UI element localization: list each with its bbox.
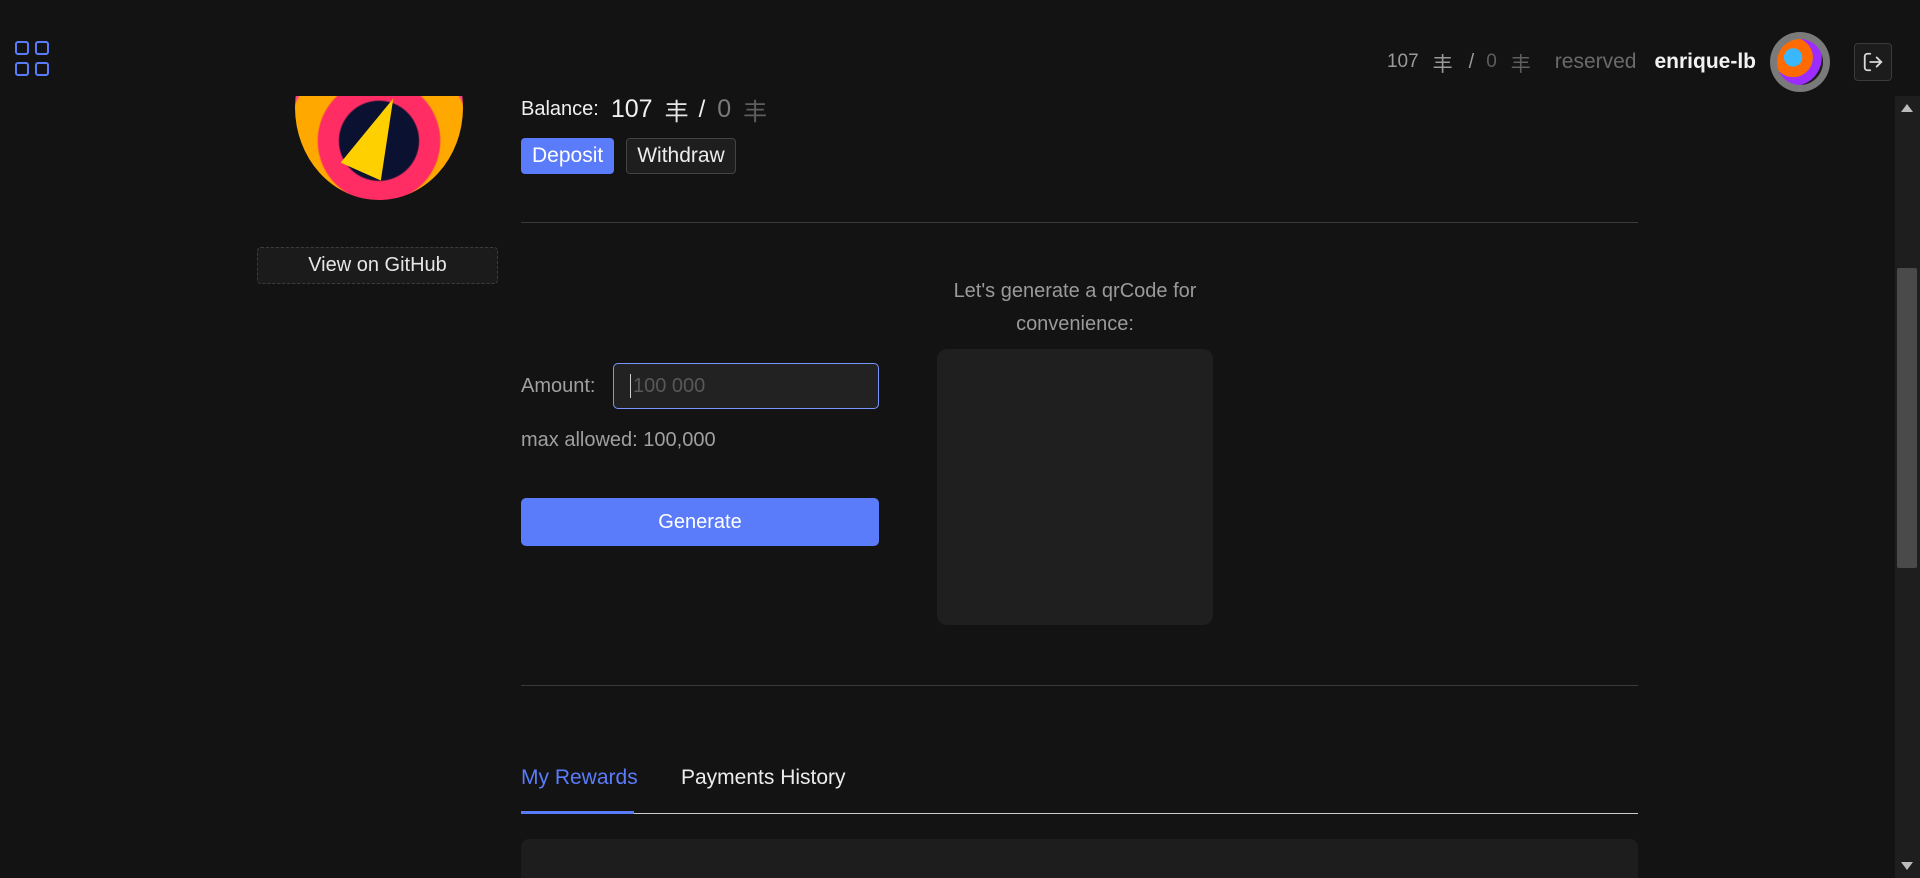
balance-separator: / [698,95,706,123]
scroll-up-arrow-icon[interactable] [1901,104,1913,112]
tab-payments-history[interactable]: Payments History [681,766,846,790]
withdraw-button[interactable]: Withdraw [626,138,736,174]
max-allowed-text: max allowed: 100,000 [521,429,716,451]
balance-row: Balance: 107 丰 / 0 丰 [521,92,773,127]
sats-icon: 丰 [664,99,689,126]
tab-my-rewards[interactable]: My Rewards [521,766,638,790]
logout-icon [1863,52,1883,72]
balance-label: Balance: [521,98,599,120]
lightning-bolt-icon [340,89,414,181]
balance-reserved: 0 [717,95,732,123]
logout-button[interactable] [1854,43,1892,81]
rewards-panel [521,839,1638,878]
header-reserved-label: reserved [1554,50,1637,73]
sats-icon: 丰 [1432,53,1453,76]
scroll-down-arrow-icon[interactable] [1901,862,1913,870]
text-caret [630,374,631,398]
amount-label: Amount: [521,375,596,397]
scroll-thumb[interactable] [1897,268,1917,568]
section-divider [521,685,1638,686]
deposit-button[interactable]: Deposit [521,138,615,174]
tab-bar: My Rewards Payments History [521,766,1638,814]
qr-caption: Let's generate a qrCode for convenience: [953,280,1197,335]
apps-grid-icon[interactable] [15,41,51,77]
amount-placeholder: 100 000 [633,374,706,397]
top-header: 107 丰 / 0 丰 reserved enrique-lb [0,0,1920,96]
user-status: 107 丰 / 0 丰 reserved enrique-lb [1387,30,1920,94]
balance-value: 107 [610,95,653,123]
section-divider [521,222,1638,223]
active-tab-indicator [521,811,634,814]
generate-button[interactable]: Generate [521,498,879,546]
header-balance: 107 [1386,51,1419,72]
header-balance-separator: / [1468,50,1475,73]
amount-input[interactable]: 100 000 [613,363,879,409]
balance-actions: Deposit Withdraw [521,138,736,174]
header-reserved-amount: 0 [1486,51,1497,72]
view-on-github-button[interactable]: View on GitHub [257,247,498,284]
avatar[interactable] [1770,32,1830,92]
sats-icon: 丰 [743,99,768,126]
scrollbar[interactable] [1895,96,1920,878]
qr-code-placeholder [937,349,1213,625]
sats-icon: 丰 [1510,53,1531,76]
username[interactable]: enrique-lb [1654,50,1756,74]
